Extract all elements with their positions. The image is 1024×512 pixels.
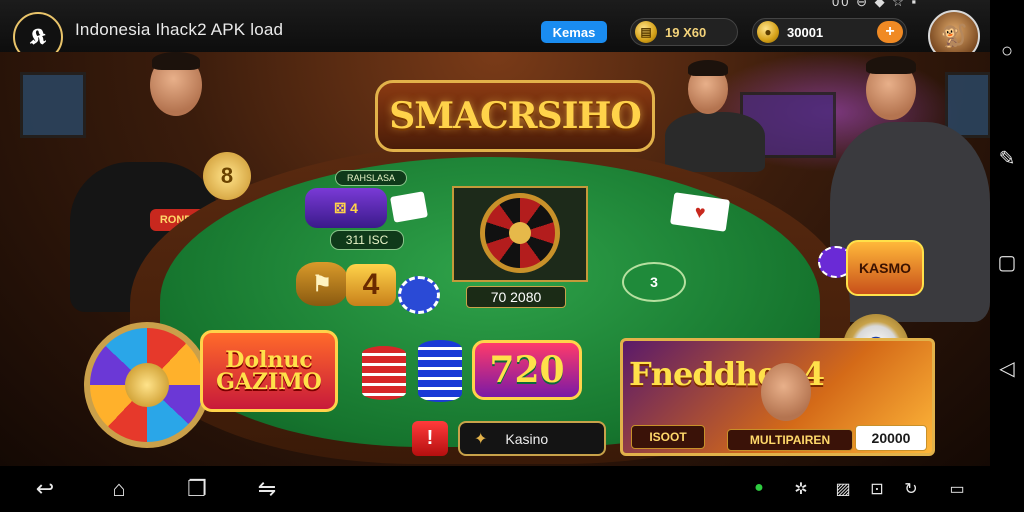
- casino-logo-tile[interactable]: Dolnuc GAZIMO: [200, 330, 338, 412]
- window-icon[interactable]: ▭: [942, 479, 972, 499]
- stylus-icon[interactable]: ✎: [990, 146, 1024, 171]
- helmet-chip[interactable]: ⚑: [296, 262, 348, 306]
- player-right-hair: [866, 56, 916, 74]
- multiplier-value: 19 X60: [665, 24, 707, 40]
- coin-icon: ●: [757, 21, 779, 43]
- game-scene[interactable]: RONDA SMACRSIHO RAHSLASA 311 ISC ⚄ 4 70 …: [0, 52, 990, 466]
- score-display: 70 2080: [466, 286, 566, 308]
- circle-icon[interactable]: ○: [990, 40, 1024, 63]
- home-icon[interactable]: ▢: [990, 250, 1024, 275]
- whatsapp-icon[interactable]: ●: [744, 479, 774, 497]
- dice-icon: ⚄ 4: [334, 199, 358, 216]
- screenshot-icon[interactable]: ⊡: [862, 479, 892, 499]
- slot-tag-mid: MULTIPAIREN: [727, 429, 853, 451]
- alert-button[interactable]: !: [412, 421, 448, 456]
- roulette-hub: [509, 222, 531, 244]
- blue-chip[interactable]: [398, 276, 440, 314]
- coin-balance: 30001: [787, 24, 824, 40]
- kemas-button[interactable]: Kemas: [541, 21, 607, 43]
- player-left-hair: [152, 52, 200, 70]
- kasino-button[interactable]: ✦ Kasino: [458, 421, 606, 456]
- monkey-icon: 🐒: [940, 23, 968, 48]
- add-coins-button[interactable]: +: [877, 21, 903, 43]
- felt-chip[interactable]: 3: [622, 262, 686, 302]
- back-icon[interactable]: ◁: [990, 356, 1024, 381]
- home-outline-icon[interactable]: ⌂: [104, 476, 134, 502]
- recents-icon[interactable]: ❐: [182, 476, 212, 502]
- felt-label-bet: 311 ISC: [330, 230, 404, 250]
- kasmo-tile[interactable]: KASMO: [846, 240, 924, 296]
- refresh-icon[interactable]: ↻: [896, 479, 926, 499]
- sparkle-icon: ✦: [474, 430, 488, 448]
- wall-screen: [20, 72, 86, 138]
- top-bar: 00 ⊖ ◆ ☆ ▪ 𝕶 Indonesia Ihack2 APK load K…: [0, 0, 990, 62]
- status-icons: 00 ⊖ ◆ ☆ ▪: [832, 0, 919, 9]
- coin-balance-pill[interactable]: ● 30001 +: [752, 18, 907, 46]
- helmet-icon: ⚑: [312, 271, 332, 296]
- game-title-banner: SMACRSIHO: [375, 80, 655, 152]
- jackpot-720-tile[interactable]: 720: [472, 340, 582, 400]
- roulette-panel[interactable]: [452, 186, 588, 282]
- player-mid-hair: [688, 60, 728, 76]
- ticket-icon: ▤: [635, 21, 657, 43]
- chip-four[interactable]: 4: [346, 264, 396, 306]
- multiplier-pill[interactable]: ▤ 19 X60: [630, 18, 738, 46]
- roulette-wheel[interactable]: [480, 193, 560, 273]
- slot-tag-left: ISOOT: [631, 425, 705, 449]
- slot-tag-right: 20000: [855, 425, 927, 451]
- slot-character: [761, 363, 811, 421]
- gallery-icon[interactable]: ▨: [828, 479, 858, 499]
- prize-wheel[interactable]: [84, 322, 210, 448]
- prize-wheel-hub: [125, 363, 169, 407]
- red-chip-stack: [362, 346, 406, 400]
- pinwheel-icon[interactable]: ✲: [786, 479, 816, 499]
- player-mid-body: [665, 112, 765, 172]
- slot-game-card[interactable]: Fneddher 4 ISOOT MULTIPAIREN 20000: [620, 338, 935, 456]
- navigation-bar: ↩ ⌂ ❐ ⇋ ● ✲ ▨ ⊡ ↻ ▭: [0, 466, 990, 512]
- felt-label-top: RAHSLASA: [335, 170, 407, 186]
- kasino-button-label: Kasino: [505, 430, 549, 447]
- system-side-bar: ○ ✎ ▢ ◁: [990, 0, 1024, 512]
- blue-chip-stack: [418, 340, 462, 402]
- rotate-icon[interactable]: ⇋: [252, 476, 282, 502]
- dice-tile[interactable]: ⚄ 4: [305, 188, 387, 228]
- app-title: Indonesia Ihack2 APK load: [75, 20, 284, 39]
- back-arrow-icon[interactable]: ↩: [30, 476, 60, 502]
- gold-coin-left: 8: [203, 152, 251, 200]
